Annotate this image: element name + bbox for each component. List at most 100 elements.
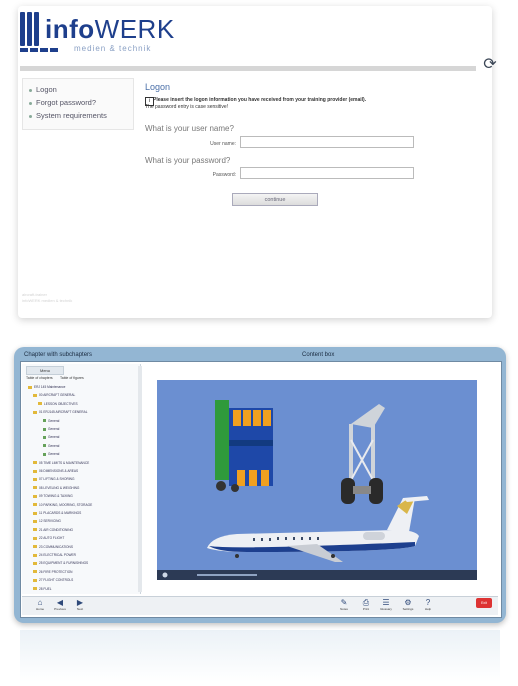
tree-item-label: 01 ERJ145 AIRCRAFT GENERAL — [39, 410, 88, 415]
settings-icon[interactable]: ⚙ — [402, 598, 414, 607]
tree-item[interactable]: 07 LIFTING & SHORING — [33, 476, 74, 483]
settings-label: Settings — [402, 607, 414, 611]
tree-item[interactable]: 06 DIMENSIONS & AREAS — [33, 468, 78, 475]
page-icon — [43, 436, 46, 440]
tree-item[interactable]: ERJ 145 Maintenance — [28, 384, 65, 391]
tree-item[interactable]: LESSON OBJECTIVES — [38, 401, 78, 408]
folder-icon — [33, 528, 37, 532]
tree-item[interactable]: 27 FLIGHT CONTROLS — [33, 577, 73, 584]
help-icon[interactable]: ? — [422, 598, 434, 607]
next-icon[interactable]: ▶ — [74, 598, 86, 607]
tree-item-label: General — [48, 427, 60, 431]
menu-item-logon[interactable]: Logon — [29, 85, 57, 94]
tree-item[interactable]: 22 AUTO FLIGHT — [33, 535, 64, 542]
tree-scrollbar[interactable] — [138, 366, 142, 592]
tree-item[interactable]: General — [43, 451, 59, 458]
reflection — [20, 630, 500, 682]
logo-tagline: medien & technik — [74, 44, 152, 53]
annotation-content-box: Content box — [302, 352, 335, 358]
tab-table-of-figures[interactable]: Table of figures — [60, 376, 84, 380]
user-name-input[interactable] — [240, 136, 414, 148]
menu-item-system-requirements[interactable]: System requirements — [29, 111, 107, 120]
password-input[interactable] — [240, 167, 414, 179]
tree-item[interactable]: 10 PARKING, MOORING, STORAGE — [33, 502, 92, 509]
logo-sub-bars — [20, 48, 70, 52]
folder-icon — [33, 562, 37, 566]
folder-icon — [28, 385, 32, 389]
tree-item[interactable]: 09 TOWING & TAXIING — [33, 493, 73, 500]
exit-button[interactable]: Exit — [476, 598, 492, 608]
tree-item[interactable]: General — [43, 418, 59, 425]
folder-icon — [33, 578, 37, 582]
help-label: Help — [424, 607, 432, 611]
tree-item-label: 05 TIME LIMITS & MAINTENANCE — [39, 460, 90, 465]
tree-item-label: 22 AUTO FLIGHT — [39, 536, 65, 541]
tree-item-label: 23 COMMUNICATIONS — [39, 544, 73, 549]
tree-item[interactable]: 11 PLACARDS & MARKINGS — [33, 510, 81, 517]
tree-item-label: 08 LEVELING & WEIGHING — [39, 485, 80, 490]
tree-item[interactable]: General — [43, 443, 59, 450]
tree-item[interactable]: 00 AIRCRAFT GENERAL — [33, 392, 75, 399]
tree-item[interactable]: 12 SERVICING — [33, 518, 61, 525]
tree-item-label: General — [48, 443, 60, 448]
tree-item[interactable]: 21 AIR CONDITIONING — [33, 527, 73, 534]
next-label: Next — [76, 607, 84, 611]
side-menu: Logon Forgot password? System requiremen… — [22, 78, 134, 130]
question-user-name: What is your user name? — [145, 124, 234, 133]
page-icon — [43, 419, 46, 423]
previous-icon[interactable]: ◀ — [54, 598, 66, 607]
header-rule — [20, 66, 476, 71]
page-icon — [43, 444, 46, 448]
notes-icon[interactable]: ✎ — [338, 598, 350, 607]
folder-icon — [33, 553, 37, 557]
tree-item[interactable]: 08 LEVELING & WEIGHING — [33, 485, 79, 492]
tree-item-label: General — [48, 452, 60, 457]
notes-label: Notes — [340, 607, 348, 611]
logo-bars-icon — [20, 12, 40, 46]
tree-item-label: 25 EQUIPMENT & FURNISHINGS — [39, 561, 89, 566]
folder-icon — [33, 410, 37, 414]
folder-icon — [33, 520, 37, 524]
folder-icon — [33, 486, 37, 490]
tree-item[interactable]: General — [43, 426, 59, 433]
folder-icon — [33, 503, 37, 507]
tree-item-label: 12 SERVICING — [39, 519, 61, 524]
folder-icon — [38, 402, 42, 406]
landing-gear-and-aircraft-illustration — [157, 400, 477, 580]
folder-icon — [33, 587, 37, 591]
tree-item-label: 10 PARKING, MOORING, STORAGE — [39, 502, 93, 507]
tree-item[interactable]: 28 FUEL — [33, 586, 52, 593]
menu-item-forgot-password[interactable]: Forgot password? — [29, 98, 96, 107]
annotation-chapter: Chapter with subchapters — [24, 352, 93, 358]
tree-item[interactable]: General — [43, 434, 59, 441]
tree-menu-button[interactable]: Menu — [26, 366, 64, 375]
previous-label: Previous — [54, 607, 66, 611]
tree-item-label: 07 LIFTING & SHORING — [39, 477, 75, 482]
folder-icon — [33, 478, 37, 482]
tree-item-label: 26 FIRE PROTECTION — [39, 569, 73, 574]
footer-line-1: aircraft-trainer — [22, 292, 47, 297]
tree-item-label: 06 DIMENSIONS & AREAS — [39, 469, 79, 473]
bullet-icon — [29, 88, 32, 92]
tree-item[interactable]: 25 EQUIPMENT & FURNISHINGS — [33, 560, 88, 567]
content-box — [157, 380, 477, 580]
continue-button[interactable]: continue — [232, 193, 318, 206]
info-text: Please insert the logon information you … — [153, 97, 367, 103]
tree-item-label: LESSON OBJECTIVES — [44, 401, 78, 406]
home-icon[interactable]: ⌂ — [34, 598, 46, 607]
tree-item[interactable]: 23 COMMUNICATIONS — [33, 544, 73, 551]
refresh-icon[interactable]: ⟳ — [481, 56, 499, 74]
glossary-label: Glossary — [380, 607, 392, 611]
tab-table-of-chapters[interactable]: Table of chapters — [26, 376, 53, 380]
home-label: Home — [35, 607, 44, 611]
folder-icon — [33, 394, 37, 398]
password-label: Password: — [212, 172, 236, 178]
user-name-label: User name: — [210, 141, 236, 147]
folder-icon — [33, 536, 37, 540]
tree-item[interactable]: 05 TIME LIMITS & MAINTENANCE — [33, 460, 89, 467]
tree-item[interactable]: 24 ELECTRICAL POWER — [33, 552, 76, 559]
tree-item[interactable]: 26 FIRE PROTECTION — [33, 569, 72, 576]
glossary-icon[interactable]: ☰ — [380, 598, 392, 607]
tree-item[interactable]: 01 ERJ145 AIRCRAFT GENERAL — [33, 409, 87, 416]
folder-icon — [33, 570, 37, 574]
